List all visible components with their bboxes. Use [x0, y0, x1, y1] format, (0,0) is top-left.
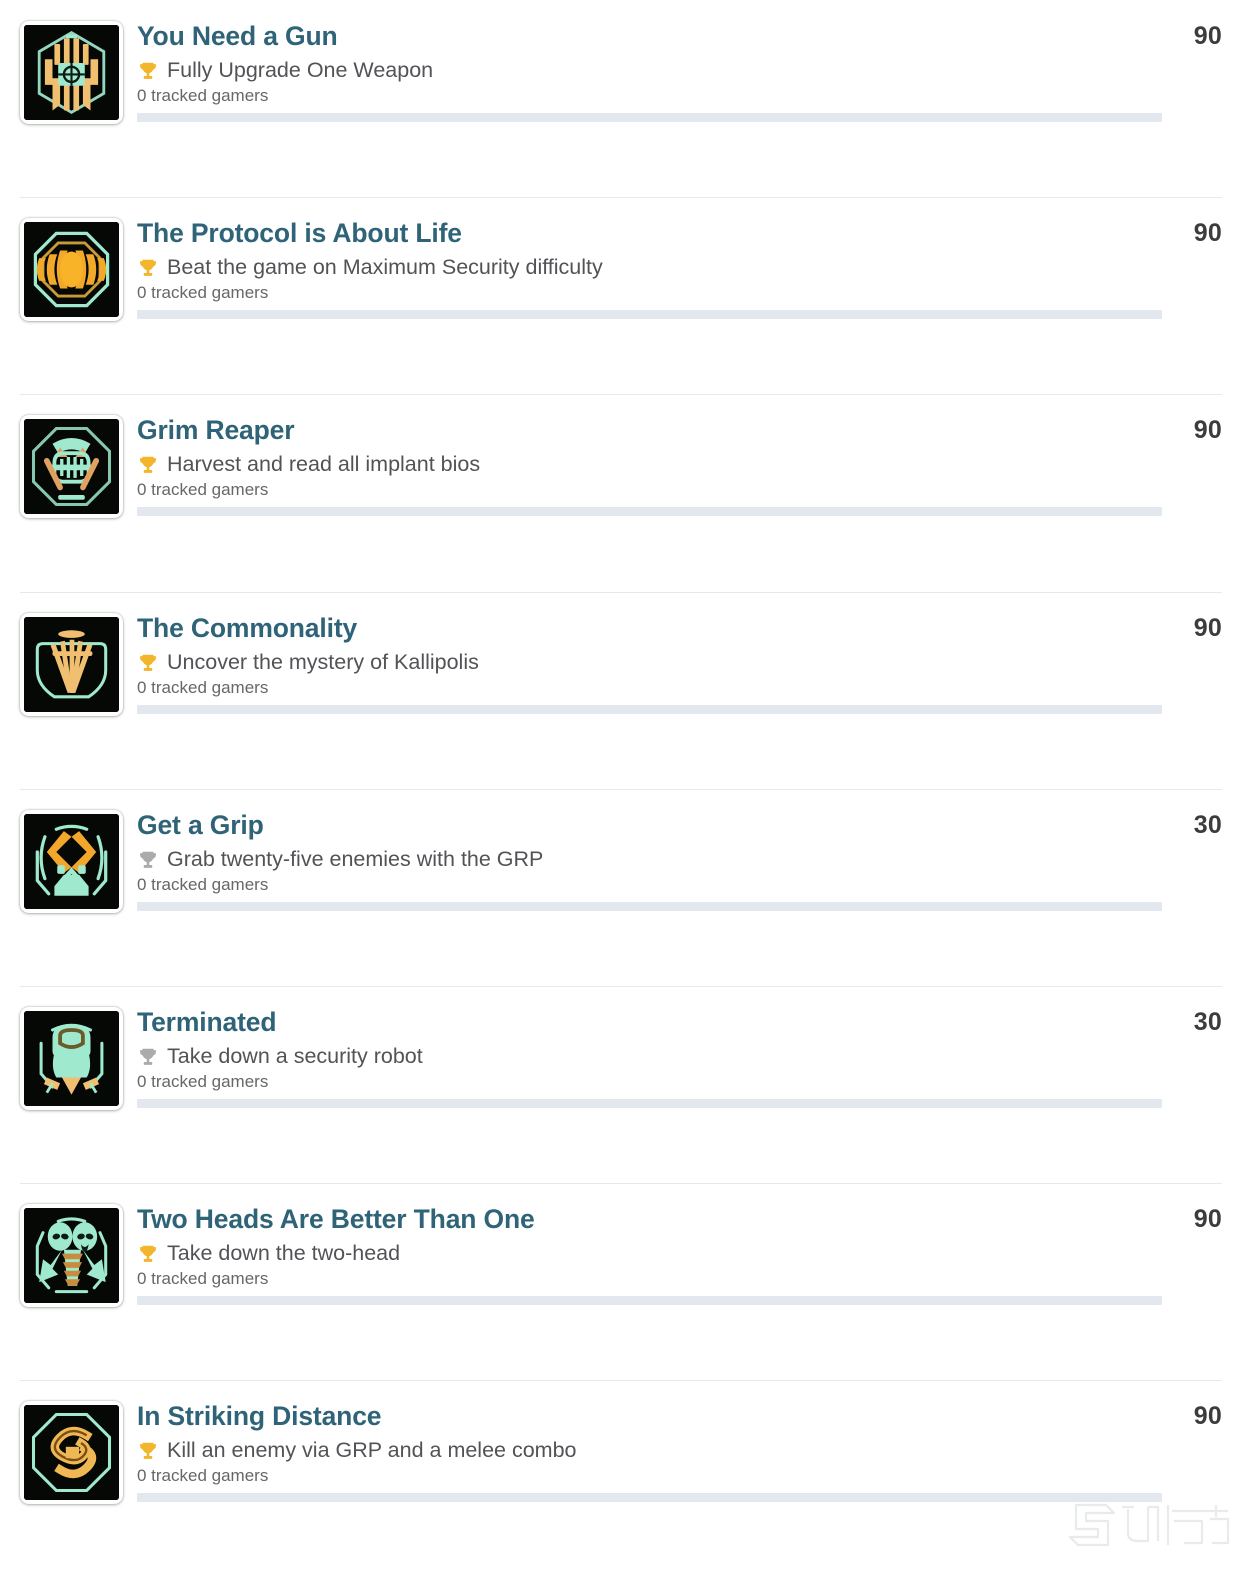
- gold-trophy-icon: [137, 1440, 159, 1462]
- achievement-progress-bar: [137, 1493, 1162, 1503]
- achievement-row-inner: Grim Reaper Harvest and read all implant…: [0, 394, 1244, 519]
- tracked-gamers-count: 0 tracked gamers: [137, 1269, 269, 1289]
- achievement-score: 90: [1193, 1402, 1222, 1431]
- achievement-row-inner: The Protocol is About Life Beat the game…: [0, 197, 1244, 322]
- achievement-title-link[interactable]: You Need a Gun: [137, 21, 338, 51]
- achievement-icon-grim-reaper: [24, 419, 119, 515]
- achievement-score: 30: [1193, 810, 1222, 839]
- gold-trophy-icon: [137, 257, 159, 279]
- achievement-row: Grim Reaper Harvest and read all implant…: [0, 394, 1244, 591]
- achievement-icon-two-heads-are-better-than-one: [24, 1208, 119, 1304]
- achievement-icon-terminated: [24, 1010, 119, 1106]
- achievement-progress-bar: [137, 1296, 1162, 1306]
- achievement-progress-bar: [137, 310, 1162, 320]
- achievement-title-link[interactable]: Grim Reaper: [137, 415, 295, 445]
- gold-trophy-icon: [137, 1243, 159, 1265]
- achievement-description: Kill an enemy via GRP and a melee combo: [137, 1436, 1162, 1464]
- achievement-details: Terminated Take down a security robot 0 t…: [123, 1007, 1162, 1108]
- achievement-progress-bar: [137, 113, 1162, 122]
- achievement-title-link[interactable]: The Commonality: [137, 613, 357, 643]
- silver-trophy-icon: [137, 849, 159, 871]
- tracked-gamers-count: 0 tracked gamers: [137, 480, 269, 500]
- tracked-gamers-count: 0 tracked gamers: [137, 283, 269, 303]
- achievement-description-text: Take down a security robot: [167, 1043, 423, 1068]
- achievement-row-inner: In Striking Distance Kill an enemy via G…: [0, 1380, 1244, 1505]
- achievement-description-text: Take down the two-head: [167, 1241, 401, 1266]
- achievement-progress-bar: [137, 704, 1162, 714]
- achievement-row-inner: You Need a Gun Fully Upgrade One Weapon 0…: [0, 0, 1244, 124]
- achievement-row-inner: The Commonality Uncover the mystery of K…: [0, 592, 1244, 716]
- achievement-icon-in-striking-distance: [24, 1405, 119, 1501]
- tracked-gamers-count: 0 tracked gamers: [137, 86, 269, 105]
- tracked-gamers-count: 0 tracked gamers: [137, 1071, 269, 1091]
- achievement-score: 90: [1193, 1205, 1222, 1234]
- achievement-score: 90: [1193, 219, 1222, 248]
- achievement-row-inner: Get a Grip Grab twenty-five enemies with…: [0, 789, 1244, 913]
- achievement-description-text: Uncover the mystery of Kallipolis: [167, 649, 479, 674]
- achievement-details: The Commonality Uncover the mystery of K…: [123, 613, 1162, 714]
- achievement-title-link[interactable]: In Striking Distance: [137, 1401, 382, 1431]
- tracked-gamers-count: 0 tracked gamers: [137, 874, 269, 894]
- achievement-icon-button[interactable]: [20, 1204, 123, 1308]
- tracked-gamers-count: 0 tracked gamers: [137, 677, 269, 697]
- achievement-score: 30: [1193, 1007, 1222, 1036]
- achievement-row: The Protocol is About Life Beat the game…: [0, 197, 1244, 394]
- achievement-row: The Commonality Uncover the mystery of K…: [0, 591, 1244, 789]
- achievement-description: Take down the two-head: [137, 1239, 1162, 1267]
- achievement-title-link[interactable]: The Protocol is About Life: [137, 218, 462, 248]
- achievement-icon-button[interactable]: [20, 1401, 123, 1505]
- achievement-score: 90: [1193, 22, 1222, 50]
- achievement-icon-button[interactable]: [20, 612, 123, 716]
- gold-trophy-icon: [137, 60, 159, 82]
- achievement-description: Uncover the mystery of Kallipolis: [137, 648, 1162, 676]
- achievement-description: Fully Upgrade One Weapon: [137, 56, 1162, 84]
- achievement-row-inner: Two Heads Are Better Than One Take down …: [0, 1183, 1244, 1308]
- achievement-list: You Need a Gun Fully Upgrade One Weapon 0…: [0, 0, 1244, 1578]
- achievement-score: 90: [1193, 416, 1222, 445]
- gold-trophy-icon: [137, 652, 159, 674]
- achievement-row: Terminated Take down a security robot 0 t…: [0, 985, 1244, 1183]
- achievement-icon-the-commonality: [24, 616, 119, 712]
- achievement-details: In Striking Distance Kill an enemy via G…: [123, 1401, 1162, 1503]
- achievement-description-text: Fully Upgrade One Weapon: [167, 58, 434, 82]
- achievement-title-link[interactable]: Two Heads Are Better Than One: [137, 1204, 535, 1234]
- achievement-icon-button[interactable]: [20, 21, 123, 124]
- tracked-gamers-count: 0 tracked gamers: [137, 1466, 269, 1486]
- achievement-description-text: Kill an enemy via GRP and a melee combo: [167, 1438, 577, 1463]
- achievement-row-inner: Terminated Take down a security robot 0 t…: [0, 986, 1244, 1110]
- achievement-description: Harvest and read all implant bios: [137, 450, 1162, 478]
- achievement-title-link[interactable]: Terminated: [137, 1007, 277, 1037]
- achievement-description: Take down a security robot: [137, 1042, 1162, 1070]
- achievement-details: Get a Grip Grab twenty-five enemies with…: [123, 810, 1162, 911]
- achievement-progress-bar: [137, 507, 1162, 517]
- achievement-description: Beat the game on Maximum Security diffic…: [137, 253, 1162, 281]
- achievement-score: 90: [1193, 613, 1222, 642]
- achievement-icon-you-need-a-gun: [24, 25, 119, 120]
- achievement-description: Grab twenty-five enemies with the GRP: [137, 845, 1162, 873]
- achievement-description-text: Harvest and read all implant bios: [167, 452, 481, 477]
- achievement-description-text: Grab twenty-five enemies with the GRP: [167, 846, 544, 871]
- achievement-row: In Striking Distance Kill an enemy via G…: [0, 1380, 1244, 1577]
- achievement-details: The Protocol is About Life Beat the game…: [123, 218, 1162, 320]
- achievement-icon-button[interactable]: [20, 1006, 123, 1110]
- silver-trophy-icon: [137, 1046, 159, 1068]
- achievement-title-link[interactable]: Get a Grip: [137, 810, 264, 840]
- achievement-details: Two Heads Are Better Than One Take down …: [123, 1204, 1162, 1306]
- achievement-icon-button[interactable]: [20, 809, 123, 913]
- gold-trophy-icon: [137, 454, 159, 476]
- achievement-progress-bar: [137, 1098, 1162, 1108]
- achievement-row: Two Heads Are Better Than One Take down …: [0, 1183, 1244, 1380]
- achievement-row: You Need a Gun Fully Upgrade One Weapon 0…: [0, 0, 1244, 197]
- achievement-details: You Need a Gun Fully Upgrade One Weapon 0…: [123, 21, 1162, 122]
- achievement-progress-bar: [137, 901, 1162, 911]
- achievement-row: Get a Grip Grab twenty-five enemies with…: [0, 788, 1244, 986]
- achievement-icon-the-protocol-is-about-life: [24, 222, 119, 318]
- achievement-icon-button[interactable]: [20, 218, 123, 322]
- achievement-details: Grim Reaper Harvest and read all implant…: [123, 415, 1162, 517]
- achievement-icon-get-a-grip: [24, 813, 119, 909]
- achievement-description-text: Beat the game on Maximum Security diffic…: [167, 255, 603, 280]
- achievement-icon-button[interactable]: [20, 415, 123, 519]
